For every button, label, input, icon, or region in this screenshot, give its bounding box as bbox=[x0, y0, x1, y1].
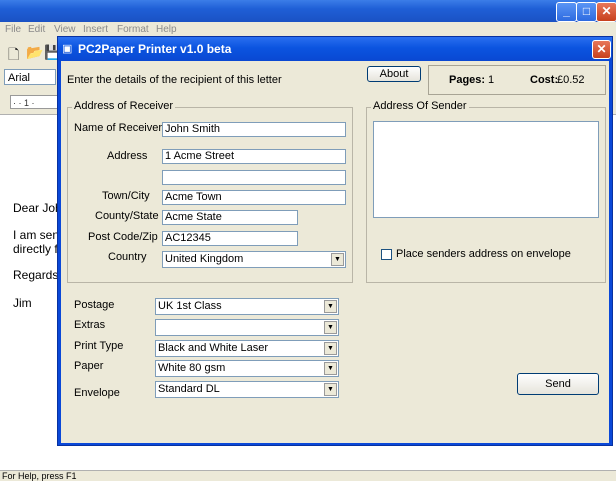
chevron-down-icon[interactable]: ▼ bbox=[324, 300, 337, 313]
letter-line-body-1: I am sen bbox=[13, 228, 60, 242]
pages-label: Pages: bbox=[449, 74, 486, 86]
envelope-select[interactable]: Standard DL ▼ bbox=[155, 381, 339, 398]
menu-help[interactable]: Help bbox=[156, 24, 177, 35]
print-type-label: Print Type bbox=[74, 340, 124, 352]
receiver-address-label: Address bbox=[107, 150, 148, 162]
print-type-value: Black and White Laser bbox=[158, 342, 269, 354]
postage-value: UK 1st Class bbox=[158, 300, 222, 312]
maximize-button[interactable]: □ bbox=[576, 2, 597, 22]
receiver-county-label: County/State bbox=[95, 210, 159, 222]
menu-file[interactable]: File bbox=[5, 24, 21, 35]
send-button[interactable]: Send bbox=[517, 373, 599, 395]
instructions-text: Enter the details of the recipient of th… bbox=[67, 74, 282, 86]
letter-line-greeting: Dear Joh bbox=[13, 201, 62, 215]
receiver-country-label: Country bbox=[108, 251, 147, 263]
receiver-name-label: Name of Receiver bbox=[74, 122, 163, 134]
menu-view[interactable]: View bbox=[54, 24, 76, 35]
paper-label: Paper bbox=[74, 360, 104, 372]
font-name-select[interactable]: Arial bbox=[4, 69, 56, 85]
printer-app-icon: ▣ bbox=[62, 43, 73, 55]
chevron-down-icon[interactable]: ▼ bbox=[324, 342, 337, 355]
ruler: · · 1 · bbox=[10, 95, 58, 109]
envelope-value: Standard DL bbox=[158, 383, 220, 395]
menu-format[interactable]: Format bbox=[117, 24, 149, 35]
dialog-title: PC2Paper Printer v1.0 beta bbox=[78, 42, 232, 56]
chevron-down-icon[interactable]: ▼ bbox=[324, 383, 337, 396]
dialog-close-button[interactable]: ✕ bbox=[592, 40, 611, 59]
envelope-label: Envelope bbox=[74, 387, 120, 399]
letter-line-regards: Regards, bbox=[13, 268, 62, 282]
paper-select[interactable]: White 80 gsm ▼ bbox=[155, 360, 339, 377]
background-close-button[interactable]: ✕ bbox=[596, 2, 616, 22]
receiver-address-line2-input[interactable] bbox=[162, 170, 346, 185]
pages-value: 1 bbox=[488, 74, 495, 86]
receiver-postcode-label: Post Code/Zip bbox=[88, 231, 158, 243]
menu-insert[interactable]: Insert bbox=[83, 24, 108, 35]
receiver-town-label: Town/City bbox=[102, 190, 150, 202]
receiver-county-input[interactable]: Acme State bbox=[162, 210, 298, 225]
receiver-country-select[interactable]: United Kingdom ▼ bbox=[162, 251, 346, 268]
chevron-down-icon[interactable]: ▼ bbox=[331, 253, 344, 266]
cost-label: Cost: bbox=[530, 74, 559, 86]
chevron-down-icon[interactable]: ▼ bbox=[324, 362, 337, 375]
receiver-address-line1-input[interactable]: 1 Acme Street bbox=[162, 149, 346, 164]
postage-select[interactable]: UK 1st Class ▼ bbox=[155, 298, 339, 315]
receiver-group-legend: Address of Receiver bbox=[72, 100, 176, 112]
envelope-sender-checkbox-label[interactable]: Place senders address on envelope bbox=[396, 248, 571, 260]
print-type-select[interactable]: Black and White Laser ▼ bbox=[155, 340, 339, 357]
cost-value: £0.52 bbox=[557, 74, 585, 86]
minimize-button[interactable]: _ bbox=[556, 2, 577, 22]
open-folder-icon[interactable]: 📂 bbox=[26, 44, 43, 61]
menu-edit[interactable]: Edit bbox=[28, 24, 45, 35]
new-document-icon[interactable]: 🗋 bbox=[8, 44, 19, 68]
letter-line-body-2: directly f bbox=[13, 242, 58, 256]
receiver-postcode-input[interactable]: AC12345 bbox=[162, 231, 298, 246]
about-button[interactable]: About bbox=[367, 66, 421, 82]
paper-value: White 80 gsm bbox=[158, 362, 226, 374]
background-statusbar bbox=[0, 470, 616, 481]
background-window-titlebar bbox=[0, 0, 616, 22]
extras-label: Extras bbox=[74, 319, 106, 331]
chevron-down-icon[interactable]: ▼ bbox=[324, 321, 337, 334]
sender-group-legend: Address Of Sender bbox=[371, 100, 469, 112]
receiver-town-input[interactable]: Acme Town bbox=[162, 190, 346, 205]
sender-address-textarea[interactable] bbox=[373, 121, 599, 218]
letter-line-signature: Jim bbox=[13, 296, 32, 310]
envelope-sender-checkbox[interactable] bbox=[381, 249, 392, 260]
extras-select[interactable]: ▼ bbox=[155, 319, 339, 336]
postage-label: Postage bbox=[74, 299, 115, 311]
receiver-name-input[interactable]: John Smith bbox=[162, 122, 346, 137]
receiver-country-value: United Kingdom bbox=[165, 253, 244, 265]
